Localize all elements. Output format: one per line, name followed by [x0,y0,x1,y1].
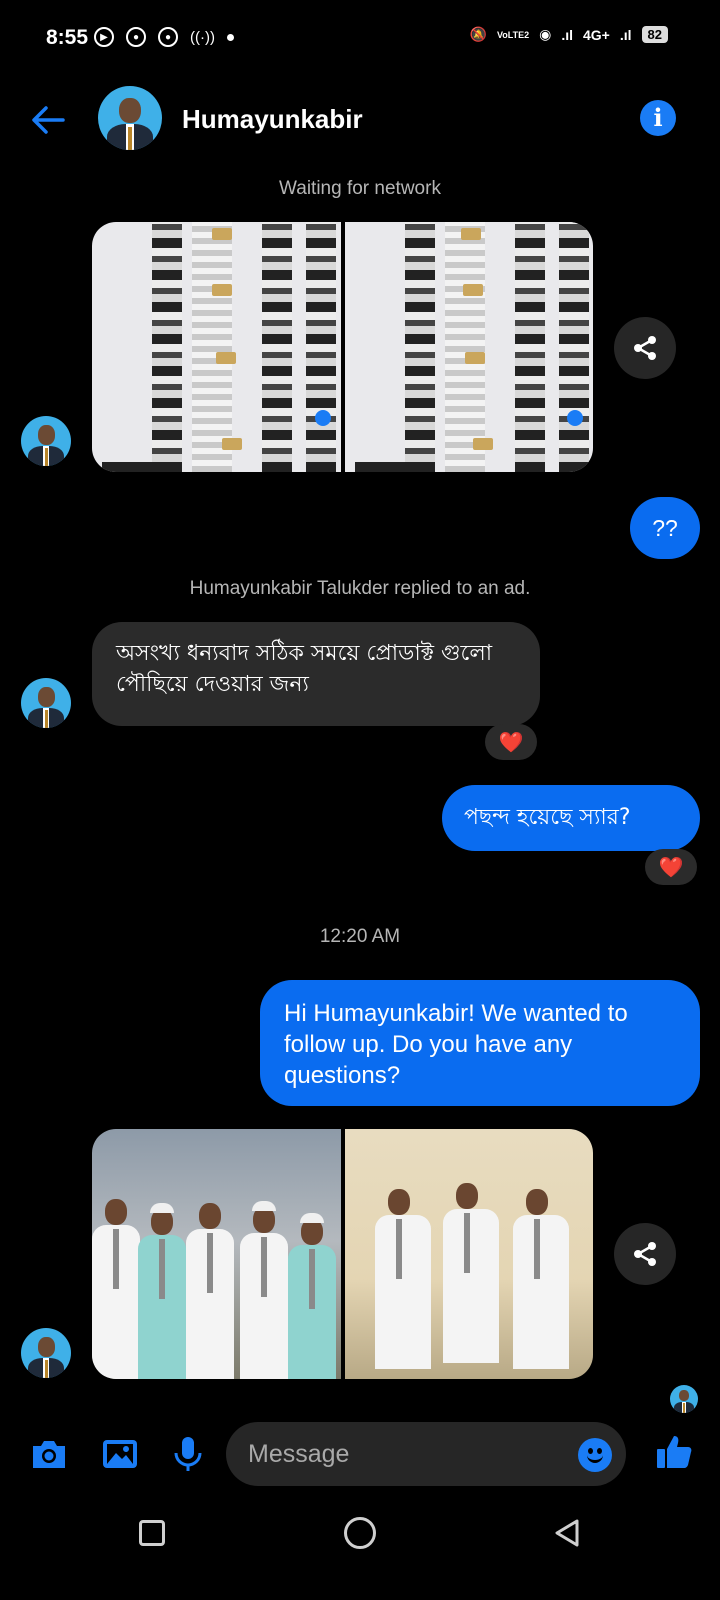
ad-reply-notice: Humayunkabir Talukder replied to an ad. [189,578,531,599]
back-button[interactable] [552,1518,582,1548]
contact-name[interactable]: Humayunkabir [182,104,363,135]
message-input[interactable] [226,1422,626,1486]
info-icon[interactable]: i [640,100,676,136]
avatar[interactable] [21,1328,71,1378]
seen-avatar [670,1385,698,1413]
signal-icon: .ıl [619,26,632,43]
incoming-message[interactable]: অসংখ্য ধন্যবাদ সঠিক সময়ে প্রোডাক্ট গুলো… [92,622,540,726]
gallery-icon[interactable] [100,1434,140,1474]
thumbs-up-icon[interactable] [654,1432,694,1472]
system-icons: 🔕 VoLTE2 ◉ .ıl 4G+ .ıl 82 [469,26,668,43]
status-bar: 8:55 ▶ ● ● ((·)) 🔕 VoLTE2 ◉ .ıl 4G+ .ıl … [0,0,720,78]
network-status: Waiting for network [279,178,441,199]
timestamp: 12:20 AM [319,926,401,947]
fabric-image[interactable] [92,222,341,472]
avatar[interactable] [21,416,71,466]
chat-header: Humayunkabir i [0,84,720,154]
outgoing-message[interactable]: ?? [630,497,700,559]
system-nav-bar [0,1500,720,1600]
group-photo[interactable] [92,1129,341,1379]
record-icon: ● [158,27,178,47]
image-attachment[interactable] [92,1129,593,1379]
status-time: 8:55 [46,26,89,49]
camera-icon[interactable] [29,1434,69,1474]
notification-icons: ▶ ● ● ((·)) [94,27,234,47]
image-attachment[interactable] [92,222,593,472]
avatar[interactable] [21,678,71,728]
share-button[interactable] [614,317,676,379]
emoji-icon[interactable] [578,1438,612,1472]
dot-icon [226,33,234,41]
volte-label: VoLTE2 [496,29,530,40]
heart-icon: ❤️ [498,731,524,754]
record-icon: ● [126,27,146,47]
mute-icon: 🔕 [469,26,487,42]
heart-reaction[interactable]: ❤️ [485,724,537,760]
signal-icon: .ıl [561,26,573,43]
play-icon: ▶ [94,27,114,47]
heart-reaction[interactable]: ❤️ [645,849,697,885]
outgoing-message[interactable]: Hi Humayunkabir! We wanted to follow up.… [260,980,700,1106]
recents-button[interactable] [139,1520,165,1546]
like-icon [314,410,331,426]
fabric-image[interactable] [344,222,593,472]
microphone-icon[interactable] [168,1434,208,1474]
avatar[interactable] [98,86,162,150]
message-composer [0,1418,720,1492]
arrow-left-icon[interactable] [30,102,66,138]
share-button[interactable] [614,1223,676,1285]
battery-level: 82 [641,26,668,43]
heart-icon: ❤️ [658,856,684,879]
like-icon [567,410,583,426]
hotspot-icon: ((·)) [190,28,215,46]
home-button[interactable] [344,1517,376,1549]
share-icon [634,336,656,360]
outgoing-message[interactable]: পছন্দ হয়েছে স্যার? [442,785,700,851]
network-type: 4G+ [583,26,610,43]
group-photo[interactable] [344,1129,593,1379]
share-icon [634,1242,656,1266]
wifi-icon: ◉ [539,26,552,42]
